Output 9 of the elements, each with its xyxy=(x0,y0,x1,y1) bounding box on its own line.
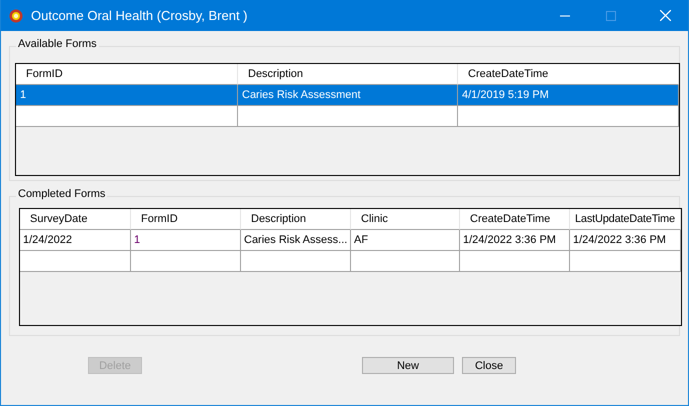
group-title: Completed Forms xyxy=(16,188,108,200)
table-row[interactable]: 1 Caries Risk Assessment 4/1/2019 5:19 PM xyxy=(16,85,679,106)
group-title: Available Forms xyxy=(16,38,99,50)
close-icon[interactable] xyxy=(660,10,671,21)
window-title: Outcome Oral Health (Crosby, Brent ) xyxy=(31,8,248,23)
sun-icon xyxy=(9,8,23,22)
table-row[interactable]: 1/24/2022 1 Caries Risk Assess... AF 1/24/2022 3:36 PM 1/24/2022 3:36 PM xyxy=(20,230,681,251)
action-button[interactable]: Close xyxy=(462,357,516,374)
action-button[interactable]: New xyxy=(362,357,454,374)
